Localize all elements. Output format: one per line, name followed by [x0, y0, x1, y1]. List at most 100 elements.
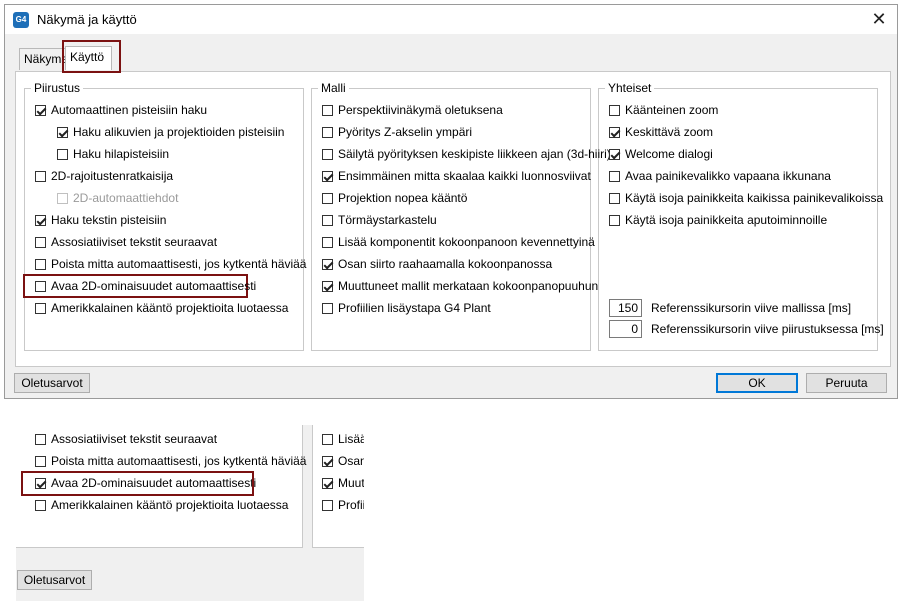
checkbox-checked-icon[interactable]: [609, 126, 620, 138]
inset-defaults-button[interactable]: Oletusarvot: [17, 570, 92, 590]
piirustus-option-2[interactable]: Haku alikuvien ja projektioiden pisteisi…: [57, 124, 284, 140]
ok-button[interactable]: OK: [716, 373, 798, 393]
checkbox-unchecked-icon[interactable]: [322, 214, 333, 226]
malli-option-3[interactable]: Säilytä pyörityksen keskipiste liikkeen …: [322, 146, 611, 162]
checkbox-label: Welcome dialogi: [625, 147, 713, 161]
tab-kaytto[interactable]: Käyttö: [65, 46, 112, 70]
checkbox-label: Assosiatiiviset tekstit seuraavat: [51, 432, 218, 446]
cursor-delay-drawing-label: Referenssikursorin viive piirustuksessa …: [651, 322, 884, 336]
checkbox-unchecked-icon[interactable]: [35, 236, 46, 248]
cancel-button[interactable]: Peruuta: [806, 373, 887, 393]
checkbox-unchecked-icon[interactable]: [322, 148, 333, 160]
checkbox-checked-icon[interactable]: [322, 477, 333, 489]
inset-left-option-2[interactable]: Poista mitta automaattisesti, jos kytken…: [35, 453, 306, 469]
inset-right-option-3[interactable]: Muutt: [322, 475, 364, 491]
checkbox-unchecked-icon[interactable]: [322, 302, 333, 314]
piirustus-option-6[interactable]: Haku tekstin pisteisiin: [35, 212, 166, 228]
malli-option-7[interactable]: Lisää komponentit kokoonpanoon kevennett…: [322, 234, 595, 250]
checkbox-unchecked-icon[interactable]: [35, 455, 46, 467]
malli-option-9[interactable]: Muuttuneet mallit merkataan kokoonpanopu…: [322, 278, 598, 294]
checkbox-unchecked-icon[interactable]: [609, 214, 620, 226]
checkbox-label: Muutt: [338, 476, 364, 490]
piirustus-option-10[interactable]: Amerikkalainen kääntö projektioita luota…: [35, 300, 288, 316]
piirustus-option-9[interactable]: Avaa 2D-ominaisuudet automaattisesti: [35, 278, 256, 294]
inset-left-option-4[interactable]: Amerikkalainen kääntö projektioita luota…: [35, 497, 288, 513]
checkbox-label: Projektion nopea kääntö: [338, 191, 468, 205]
malli-option-5[interactable]: Projektion nopea kääntö: [322, 190, 467, 206]
malli-option-10[interactable]: Profiilien lisäystapa G4 Plant: [322, 300, 491, 316]
checkbox-checked-icon[interactable]: [35, 477, 46, 489]
checkbox-label: Osan siirto raahaamalla kokoonpanossa: [338, 257, 553, 271]
checkbox-unchecked-icon[interactable]: [35, 433, 46, 445]
cursor-delay-model-input[interactable]: 150: [609, 299, 642, 317]
inset-right-option-1[interactable]: Lisää: [322, 431, 364, 447]
checkbox-checked-icon[interactable]: [35, 104, 46, 116]
checkbox-unchecked-icon[interactable]: [609, 170, 620, 182]
title-bar: G4 Näkymä ja käyttö ✕: [5, 5, 897, 34]
checkbox-label: Säilytä pyörityksen keskipiste liikkeen …: [338, 147, 611, 161]
malli-option-6[interactable]: Törmäystarkastelu: [322, 212, 437, 228]
inset-left-option-3[interactable]: Avaa 2D-ominaisuudet automaattisesti: [35, 475, 256, 491]
inset-right-option-2[interactable]: Osan: [322, 453, 364, 469]
checkbox-unchecked-icon[interactable]: [35, 302, 46, 314]
checkbox-checked-icon[interactable]: [35, 214, 46, 226]
checkbox-unchecked-icon[interactable]: [57, 148, 68, 160]
malli-option-1[interactable]: Perspektiivinäkymä oletuksena: [322, 102, 503, 118]
checkbox-unchecked-icon[interactable]: [322, 433, 333, 445]
piirustus-option-7[interactable]: Assosiatiiviset tekstit seuraavat: [35, 234, 217, 250]
checkbox-label: Avaa 2D-ominaisuudet automaattisesti: [51, 279, 257, 293]
yhteiset-option-1[interactable]: Käänteinen zoom: [609, 102, 718, 118]
checkbox-checked-icon[interactable]: [322, 455, 333, 467]
checkbox-unchecked-icon[interactable]: [322, 236, 333, 248]
piirustus-option-8[interactable]: Poista mitta automaattisesti, jos kytken…: [35, 256, 306, 272]
inset-right-option-4[interactable]: Profiil: [322, 497, 364, 513]
checkbox-unchecked-icon[interactable]: [322, 192, 333, 204]
checkbox-unchecked-icon[interactable]: [322, 104, 333, 116]
g4-app-icon: G4: [13, 12, 29, 28]
yhteiset-option-4[interactable]: Avaa painikevalikko vapaana ikkunana: [609, 168, 831, 184]
piirustus-option-4[interactable]: 2D-rajoitustenratkaisija: [35, 168, 173, 184]
yhteiset-option-2[interactable]: Keskittävä zoom: [609, 124, 713, 140]
checkbox-unchecked-icon[interactable]: [35, 499, 46, 511]
checkbox-label: Ensimmäinen mitta skaalaa kaikki luonnos…: [338, 169, 591, 183]
checkbox-unchecked-icon[interactable]: [57, 192, 68, 204]
checkbox-label: Poista mitta automaattisesti, jos kytken…: [51, 257, 307, 271]
checkbox-label: Törmäystarkastelu: [338, 213, 437, 227]
checkbox-label: Keskittävä zoom: [625, 125, 714, 139]
group-legend: Malli: [321, 81, 346, 95]
checkbox-unchecked-icon[interactable]: [322, 126, 333, 138]
yhteiset-option-5[interactable]: Käytä isoja painikkeita kaikissa painike…: [609, 190, 883, 206]
checkbox-label: Assosiatiiviset tekstit seuraavat: [51, 235, 218, 249]
checkbox-unchecked-icon[interactable]: [35, 258, 46, 270]
checkbox-checked-icon[interactable]: [609, 148, 620, 160]
yhteiset-option-3[interactable]: Welcome dialogi: [609, 146, 713, 162]
checkbox-unchecked-icon[interactable]: [35, 280, 46, 292]
piirustus-option-3[interactable]: Haku hilapisteisiin: [57, 146, 169, 162]
checkbox-label: Haku hilapisteisiin: [73, 147, 170, 161]
checkbox-label: Avaa 2D-ominaisuudet automaattisesti: [51, 476, 257, 490]
malli-option-8[interactable]: Osan siirto raahaamalla kokoonpanossa: [322, 256, 552, 272]
checkbox-label: 2D-rajoitustenratkaisija: [51, 169, 174, 183]
piirustus-option-1[interactable]: Automaattinen pisteisiin haku: [35, 102, 207, 118]
inset-left-option-1[interactable]: Assosiatiiviset tekstit seuraavat: [35, 431, 217, 447]
checkbox-label: Haku tekstin pisteisiin: [51, 213, 167, 227]
checkbox-label: Haku alikuvien ja projektioiden pisteisi…: [73, 125, 285, 139]
defaults-button[interactable]: Oletusarvot: [14, 373, 90, 393]
checkbox-unchecked-icon[interactable]: [609, 192, 620, 204]
checkbox-label: Avaa painikevalikko vapaana ikkunana: [625, 169, 831, 183]
group-legend: Yhteiset: [608, 81, 652, 95]
checkbox-checked-icon[interactable]: [322, 258, 333, 270]
checkbox-label: Amerikkalainen kääntö projektioita luota…: [51, 498, 289, 512]
checkbox-checked-icon[interactable]: [57, 126, 68, 138]
checkbox-unchecked-icon[interactable]: [35, 170, 46, 182]
cursor-delay-drawing-input[interactable]: 0: [609, 320, 642, 338]
checkbox-checked-icon[interactable]: [322, 280, 333, 292]
checkbox-checked-icon[interactable]: [322, 170, 333, 182]
malli-option-2[interactable]: Pyöritys Z-akselin ympäri: [322, 124, 472, 140]
checkbox-unchecked-icon[interactable]: [322, 499, 333, 511]
malli-option-4[interactable]: Ensimmäinen mitta skaalaa kaikki luonnos…: [322, 168, 591, 184]
yhteiset-option-6[interactable]: Käytä isoja painikkeita aputoiminnoille: [609, 212, 827, 228]
checkbox-label: 2D-automaattiehdot: [73, 191, 179, 205]
close-icon[interactable]: ✕: [869, 9, 889, 29]
checkbox-unchecked-icon[interactable]: [609, 104, 620, 116]
